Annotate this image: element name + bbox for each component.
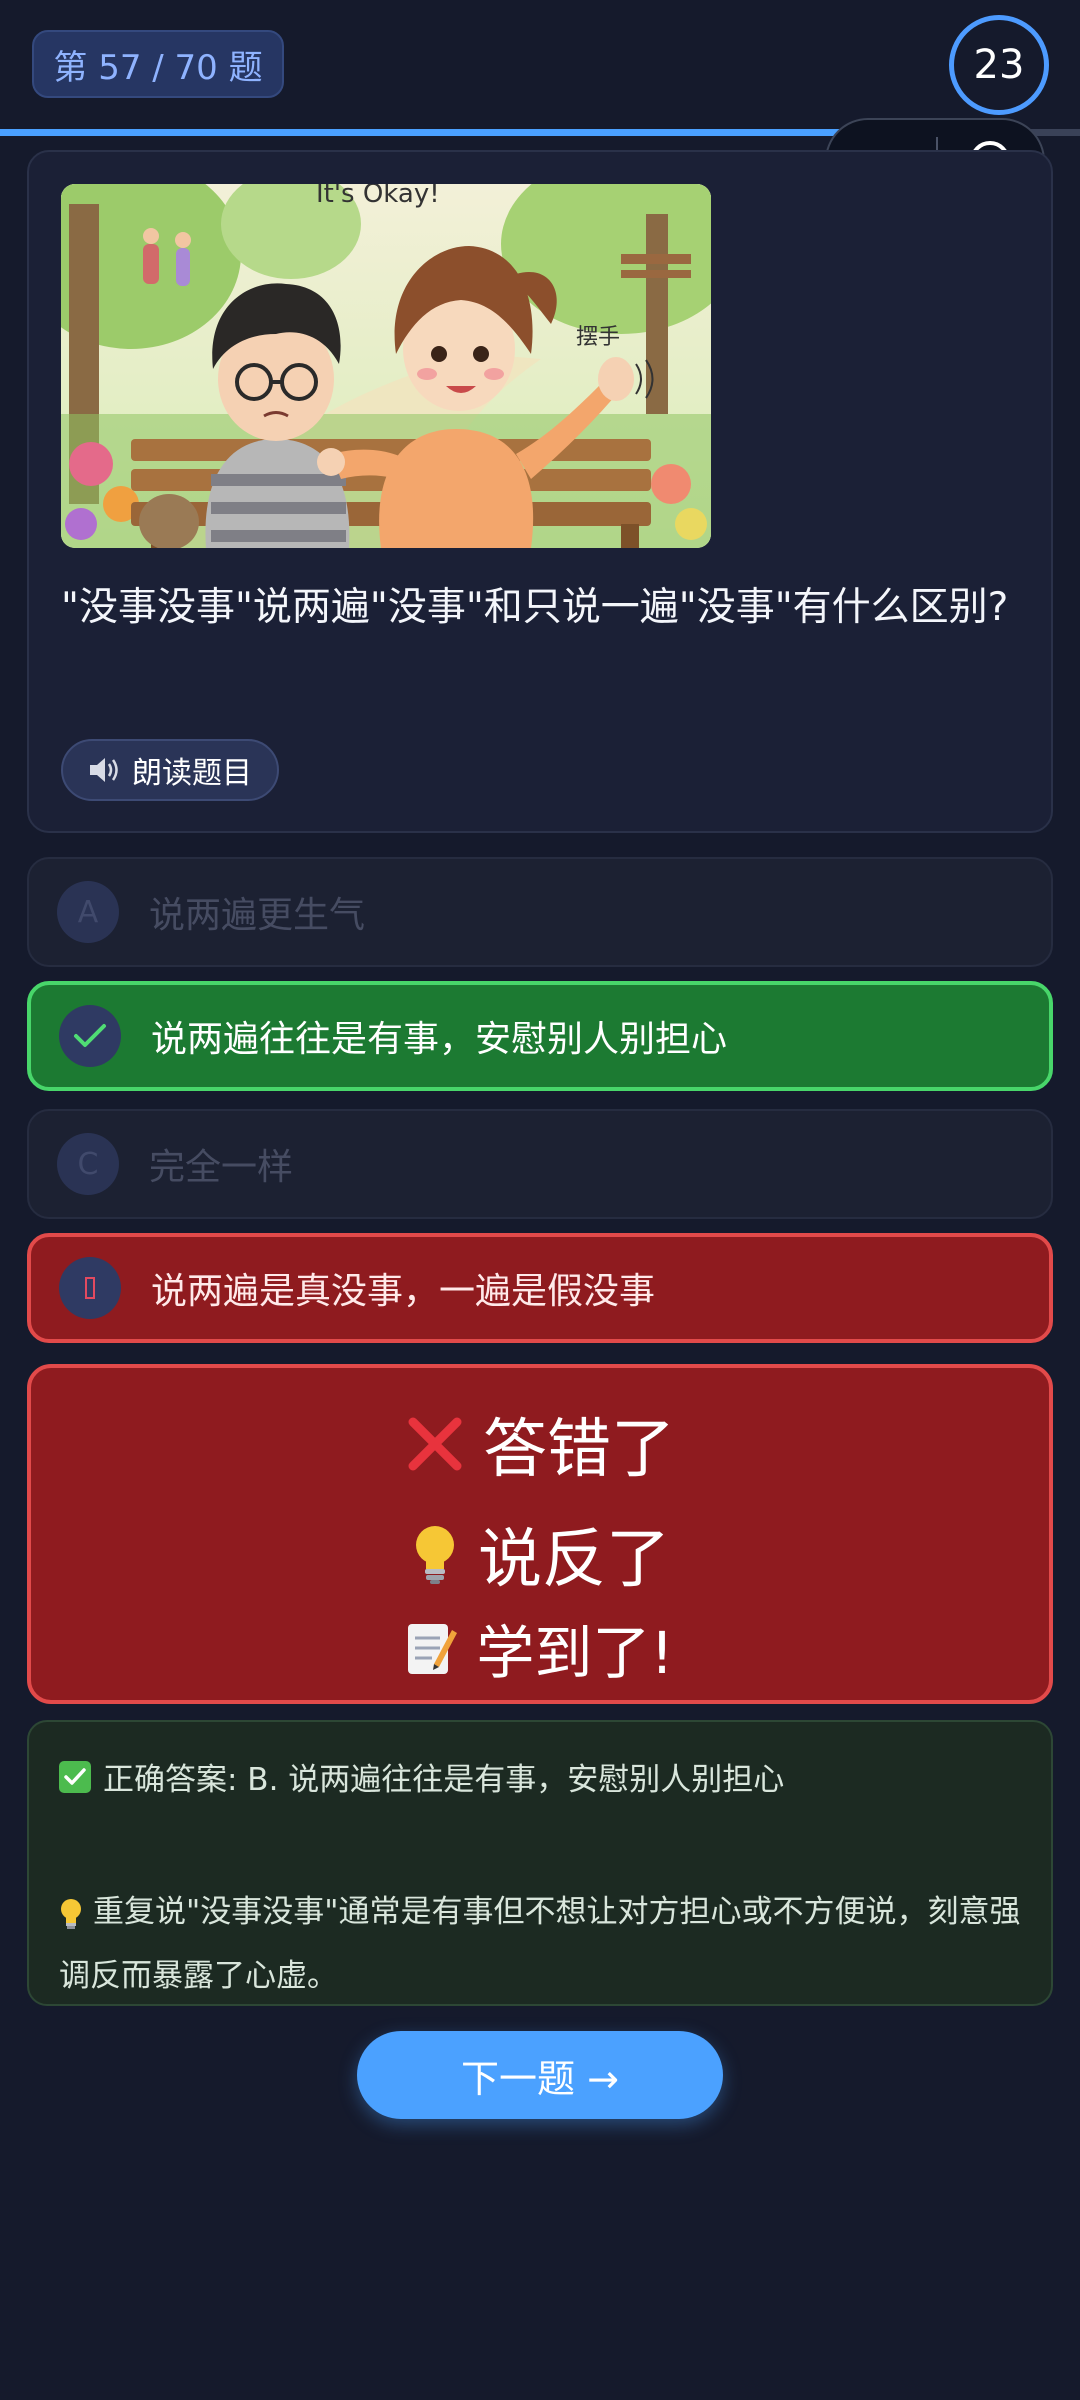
correct-answer-line: 正确答案: B. 说两遍往往是有事，安慰别人别担心 (59, 1754, 784, 1799)
read-question-button[interactable]: 朗读题目 (61, 739, 279, 801)
result-title: 答错了 (483, 1413, 675, 1487)
result-reason: 说反了 (478, 1523, 670, 1597)
speaker-icon (90, 758, 118, 782)
memo-icon (408, 1624, 458, 1674)
option-text: 说两遍是真没事，一遍是假没事 (151, 1271, 656, 1312)
read-question-label: 朗读题目 (132, 756, 252, 791)
question-counter: 第 57 / 70 题 (32, 30, 284, 98)
result-line-3: 学到了! (31, 1606, 1049, 1690)
illustration-wave-label: 摆手 (576, 325, 620, 350)
option-b[interactable]: 说两遍往往是有事，安慰别人别担心 (27, 981, 1053, 1091)
question-text: "没事没事"说两遍"没事"和只说一遍"没事"有什么区别? (61, 585, 1009, 630)
explanation-panel: 正确答案: B. 说两遍往往是有事，安慰别人别担心 重复说"没事没事"通常是有事… (27, 1720, 1053, 2006)
lightbulb-icon (61, 1898, 81, 1929)
wrong-mark-icon (59, 1257, 121, 1319)
option-text: 说两遍更生气 (149, 895, 366, 936)
option-letter-badge: A (57, 881, 119, 943)
result-panel: 答错了 说反了 学到了! (27, 1364, 1053, 1704)
progress-bar-fill (0, 129, 875, 136)
result-line-2: 说反了 (31, 1508, 1049, 1600)
cross-icon (408, 1417, 462, 1471)
explanation-text: 重复说"没事没事"通常是有事但不想让对方担心或不方便说，刻意强调反而暴露了心虚。 (59, 1894, 1021, 1994)
question-card: It's Okay! 摆手 "没事没事"说两遍"没事"和只说一遍"没事"有什么区… (27, 150, 1053, 833)
option-c[interactable]: C 完全一样 (27, 1109, 1053, 1219)
question-illustration: It's Okay! 摆手 (61, 184, 711, 548)
option-a[interactable]: A 说两遍更生气 (27, 857, 1053, 967)
option-d[interactable]: 说两遍是真没事，一遍是假没事 (27, 1233, 1053, 1343)
check-icon (59, 1005, 121, 1067)
option-text: 完全一样 (149, 1147, 294, 1188)
explanation-detail: 重复说"没事没事"通常是有事但不想让对方担心或不方便说，刻意强调反而暴露了心虚。 (59, 1880, 1039, 2008)
result-message: 学到了! (476, 1619, 674, 1687)
illustration-speech-text: It's Okay! (316, 184, 440, 209)
correct-answer-text: 正确答案: B. 说两遍往往是有事，安慰别人别担心 (103, 1762, 785, 1798)
countdown-timer: 23 (949, 15, 1049, 115)
lightbulb-icon (416, 1526, 454, 1584)
option-text: 说两遍往往是有事，安慰别人别担心 (151, 1019, 728, 1060)
checkmark-icon (59, 1760, 91, 1793)
option-letter-badge: C (57, 1133, 119, 1195)
result-line-1: 答错了 (31, 1398, 1049, 1490)
next-question-button[interactable]: 下一题 → (357, 2031, 723, 2119)
